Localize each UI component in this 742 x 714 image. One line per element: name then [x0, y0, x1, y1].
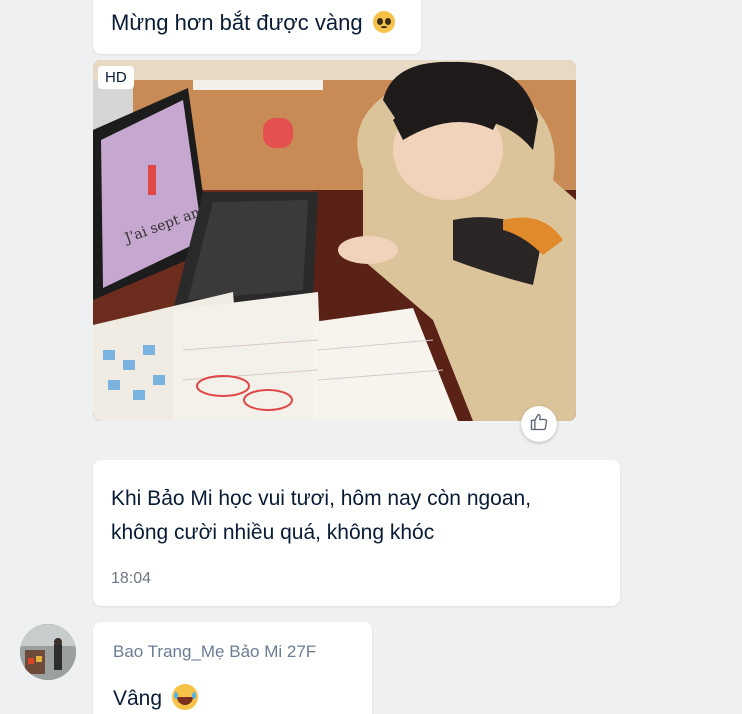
avatar[interactable]	[20, 624, 76, 680]
message-time: 18:04	[111, 570, 152, 587]
laughing-tears-icon	[171, 684, 198, 710]
sender-name[interactable]: Bao Trang_Mẹ Bảo Mi 27F	[113, 642, 352, 662]
pleading-face-icon	[372, 11, 395, 33]
shared-photo[interactable]: J'ai sept ans.	[93, 60, 576, 421]
photo-illustration: J'ai sept ans.	[93, 60, 576, 421]
message-bubble[interactable]: Khi Bảo Mi học vui tươi, hôm nay còn ngo…	[93, 460, 620, 606]
message-text: Mừng hơn bắt được vàng	[111, 8, 403, 38]
message-bubble[interactable]: Bao Trang_Mẹ Bảo Mi 27F Vâng	[93, 622, 372, 714]
message-line: Khi Bảo Mi học vui tươi, hôm nay còn ngo…	[111, 487, 532, 510]
like-button[interactable]	[521, 406, 557, 442]
thumbs-up-icon	[529, 412, 549, 437]
message-text: Vâng	[113, 684, 352, 711]
message-text-content: Vâng	[113, 687, 163, 710]
message-text: Khi Bảo Mi học vui tươi, hôm nay còn ngo…	[111, 482, 602, 550]
message-line: không cười nhiều quá, không khóc	[111, 521, 435, 544]
hd-badge: HD	[98, 66, 134, 89]
message-text-content: Mừng hơn bắt được vàng	[111, 10, 363, 35]
message-bubble[interactable]: Mừng hơn bắt được vàng	[93, 0, 421, 54]
